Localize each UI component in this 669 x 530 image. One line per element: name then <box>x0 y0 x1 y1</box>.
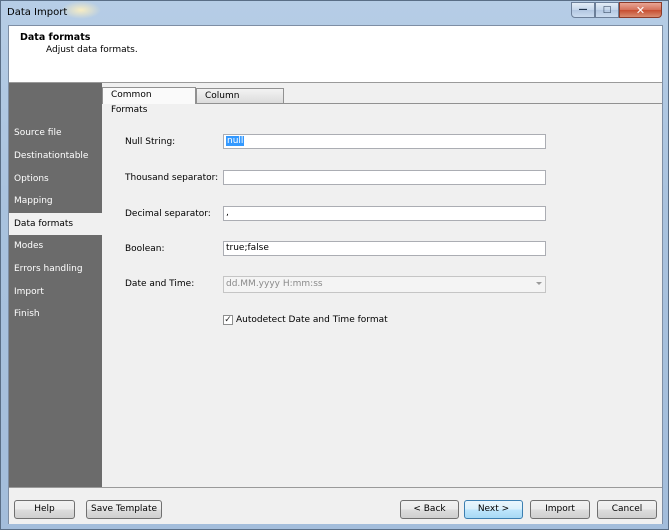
sidebar-item-modes[interactable]: Modes <box>9 235 102 257</box>
date-time-select[interactable]: dd.MM.yyyy H:mm:ss <box>223 276 546 293</box>
tab-column-settings[interactable]: Column Settings <box>196 88 284 116</box>
sidebar-item-options[interactable]: Options <box>9 168 102 190</box>
maximize-icon: □ <box>602 5 612 15</box>
boolean-label: Boolean: <box>125 244 165 254</box>
autodetect-label[interactable]: Autodetect Date and Time format <box>236 315 388 325</box>
save-template-button[interactable]: Save Template <box>86 500 162 519</box>
thousand-separator-input[interactable] <box>223 170 546 185</box>
next-button[interactable]: Next > <box>464 500 523 519</box>
wizard-header: Data formats Adjust data formats. <box>9 26 662 83</box>
null-string-value: null <box>226 136 245 146</box>
data-import-window: Data Import — □ ✕ Data formats Adjust da… <box>0 0 669 530</box>
close-icon: ✕ <box>635 3 646 17</box>
boolean-value: true;false <box>226 243 269 253</box>
caption-buttons: — □ ✕ <box>571 2 662 19</box>
date-time-label: Date and Time: <box>125 279 195 289</box>
cancel-label: Cancel <box>611 504 643 514</box>
help-button[interactable]: Help <box>14 500 75 519</box>
help-label: Help <box>34 504 55 514</box>
common-formats-panel: Null String: null Thousand separator: De… <box>102 103 662 487</box>
page-subtitle: Adjust data formats. <box>46 45 138 55</box>
window-title: Data Import <box>7 7 68 18</box>
sidebar-item-data-formats[interactable]: Data formats <box>9 213 102 235</box>
content-area: Common Formats Column Settings Null Stri… <box>102 83 662 487</box>
maximize-button[interactable]: □ <box>595 2 619 18</box>
decimal-separator-input[interactable]: , <box>223 206 546 221</box>
sidebar-item-errors-handling[interactable]: Errors handling <box>9 258 102 280</box>
sidebar-item-finish[interactable]: Finish <box>9 303 102 325</box>
boolean-input[interactable]: true;false <box>223 241 546 256</box>
date-time-value: dd.MM.yyyy H:mm:ss <box>226 279 323 289</box>
sidebar-item-import[interactable]: Import <box>9 281 102 303</box>
page-title: Data formats <box>20 32 91 43</box>
null-string-label: Null String: <box>125 137 176 147</box>
import-label: Import <box>545 504 575 514</box>
import-button[interactable]: Import <box>530 500 590 519</box>
minimize-icon: — <box>578 5 588 15</box>
dialog-client: Data formats Adjust data formats. Source… <box>8 25 663 524</box>
sidebar-item-destinationtable[interactable]: Destinationtable <box>9 145 102 167</box>
save-template-label: Save Template <box>90 504 158 514</box>
tab-common-formats[interactable]: Common Formats <box>102 87 196 115</box>
wizard-steps-sidebar: Source file Destinationtable Options Map… <box>9 83 102 487</box>
null-string-input[interactable]: null <box>223 134 546 149</box>
thousand-separator-label: Thousand separator: <box>125 173 219 183</box>
next-label: Next > <box>477 504 510 514</box>
tab-common-formats-label: Common Formats <box>111 90 152 115</box>
decimal-separator-value: , <box>226 208 229 218</box>
sidebar-item-mapping[interactable]: Mapping <box>9 190 102 212</box>
cancel-button[interactable]: Cancel <box>597 500 657 519</box>
decimal-separator-label: Decimal separator: <box>125 209 211 219</box>
tab-bar: Common Formats Column Settings <box>102 87 662 116</box>
minimize-button[interactable]: — <box>571 2 595 18</box>
back-button[interactable]: < Back <box>400 500 459 519</box>
autodetect-checkbox[interactable]: ✓ <box>223 315 233 325</box>
back-label: < Back <box>413 504 446 514</box>
checkmark-icon: ✓ <box>224 315 232 325</box>
close-button[interactable]: ✕ <box>619 2 662 18</box>
chevron-down-icon <box>536 282 542 285</box>
title-bar: Data Import — □ ✕ <box>1 1 668 25</box>
wizard-footer: Help Save Template < Back Next > Import … <box>9 487 662 524</box>
sidebar-item-source-file[interactable]: Source file <box>9 122 102 144</box>
